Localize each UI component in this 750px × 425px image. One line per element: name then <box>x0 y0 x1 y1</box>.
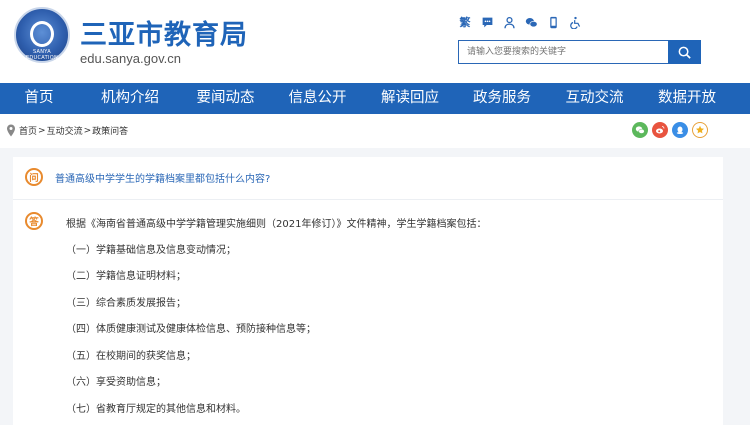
question-badge: 问 <box>25 168 43 186</box>
site-domain: edu.sanya.gov.cn <box>80 51 181 66</box>
breadcrumb-interaction[interactable]: 互动交流 <box>47 124 83 137</box>
wechat-icon[interactable] <box>524 14 538 30</box>
breadcrumb-home[interactable]: 首页 <box>19 124 37 137</box>
logo-text: SANYA EDUCATION <box>25 49 59 61</box>
header-toolbar: 繁 <box>458 13 582 31</box>
breadcrumb-separator: > <box>83 125 92 136</box>
share-qq-button[interactable] <box>672 122 688 138</box>
search-button[interactable] <box>668 40 701 64</box>
traditional-chinese-button[interactable]: 繁 <box>458 14 472 30</box>
question-text: 普通高级中学学生的学籍档案里都包括什么内容? <box>55 173 271 185</box>
qa-divider <box>13 199 723 200</box>
site-logo[interactable]: SANYA EDUCATION <box>14 7 70 63</box>
nav-item-interpretation[interactable]: 解读回应 <box>366 83 454 114</box>
answer-item: （四）体质健康测试及健康体检信息、预防接种信息等； <box>66 324 316 335</box>
site-header: SANYA EDUCATION 三亚市教育局 edu.sanya.gov.cn … <box>0 0 750 82</box>
nav-item-interaction[interactable]: 互动交流 <box>550 83 639 114</box>
accessibility-icon[interactable] <box>568 14 582 30</box>
logo-ring-icon <box>30 21 54 47</box>
nav-item-open-data[interactable]: 数据开放 <box>639 83 735 114</box>
answer-item: （三）综合素质发展报告； <box>66 298 186 309</box>
nav-item-info-disclosure[interactable]: 信息公开 <box>269 83 366 114</box>
search-icon <box>678 46 691 59</box>
nav-item-news[interactable]: 要闻动态 <box>182 83 269 114</box>
chat-icon[interactable] <box>480 14 494 30</box>
nav-item-organization[interactable]: 机构介绍 <box>78 83 182 114</box>
breadcrumb: 首页 > 互动交流 > 政策问答 <box>19 124 129 138</box>
answer-row: 答 <box>25 212 43 230</box>
location-pin-icon <box>7 124 15 137</box>
answer-item: （二）学籍信息证明材料； <box>66 271 186 282</box>
answer-item: （七）省教育厅规定的其他信息和材料。 <box>66 404 246 415</box>
question-row: 问 普通高级中学学生的学籍档案里都包括什么内容? <box>25 168 270 186</box>
weibo-icon <box>656 126 665 134</box>
search-box <box>458 40 701 64</box>
main-nav: 首页 机构介绍 要闻动态 信息公开 解读回应 政务服务 互动交流 数据开放 <box>0 83 750 114</box>
mobile-icon[interactable] <box>546 14 560 30</box>
share-wechat-button[interactable] <box>632 122 648 138</box>
qq-icon <box>676 126 684 134</box>
share-weibo-button[interactable] <box>652 122 668 138</box>
breadcrumb-separator: > <box>38 125 46 136</box>
search-input[interactable] <box>458 40 668 64</box>
share-favorite-button[interactable] <box>692 122 708 138</box>
nav-item-services[interactable]: 政务服务 <box>454 83 550 114</box>
answer-item: （六）享受资助信息； <box>66 377 166 388</box>
breadcrumb-current: 政策问答 <box>92 127 129 137</box>
nav-item-home[interactable]: 首页 <box>0 83 78 114</box>
site-title[interactable]: 三亚市教育局 <box>80 13 248 52</box>
wechat-icon <box>635 126 645 134</box>
answer-item: （一）学籍基础信息及信息变动情况； <box>66 245 236 256</box>
answer-intro: 根据《海南省普通高级中学学籍管理实施细则（2021年修订）》文件精神，学生学籍档… <box>66 219 487 230</box>
user-icon[interactable] <box>502 14 516 30</box>
answer-badge: 答 <box>25 212 43 230</box>
traditional-label: 繁 <box>459 16 471 29</box>
share-buttons <box>632 122 708 138</box>
answer-item: （五）在校期间的获奖信息； <box>66 351 196 362</box>
star-icon <box>696 125 704 134</box>
